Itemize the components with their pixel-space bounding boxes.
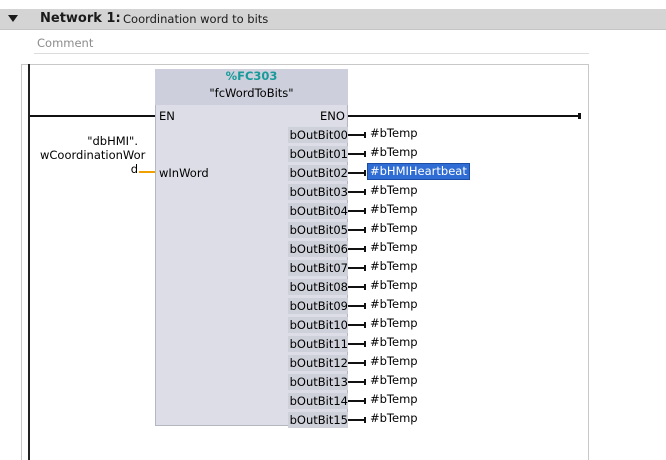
output-operand[interactable]: #bTemp bbox=[368, 335, 420, 350]
output-wire-end bbox=[364, 417, 366, 423]
output-operand[interactable]: #bTemp bbox=[368, 278, 420, 293]
collapse-triangle-icon[interactable] bbox=[8, 15, 18, 22]
output-operand[interactable]: #bTemp bbox=[368, 145, 420, 160]
output-pin-label: bOutBit14 bbox=[288, 393, 348, 409]
output-wire-end bbox=[364, 132, 366, 138]
output-operand[interactable]: #bTemp bbox=[368, 126, 420, 141]
rung-end-marker bbox=[578, 113, 581, 119]
output-operand[interactable]: #bTemp bbox=[368, 411, 420, 426]
output-pin-label: bOutBit04 bbox=[288, 203, 348, 219]
output-operand[interactable]: #bTemp bbox=[368, 373, 420, 388]
en-pin-label: EN bbox=[159, 109, 175, 123]
network-label: Network 1: bbox=[40, 11, 121, 26]
output-wire-end bbox=[364, 246, 366, 252]
input-operand-line2: wCoordinationWor bbox=[40, 148, 146, 162]
output-wire-end bbox=[364, 360, 366, 366]
network-comment-field[interactable]: Comment bbox=[34, 34, 589, 54]
rung-wire-eno bbox=[348, 115, 580, 117]
output-pin-label: bOutBit03 bbox=[288, 184, 348, 200]
output-pin-label: bOutBit05 bbox=[288, 222, 348, 238]
output-pin-label: bOutBit06 bbox=[288, 241, 348, 257]
rung-wire-en bbox=[30, 115, 155, 117]
input-operand[interactable]: "dbHMI". wCoordinationWor d bbox=[40, 134, 146, 176]
input-operand-line3: d bbox=[130, 162, 138, 176]
output-wire-end bbox=[364, 189, 366, 195]
output-pin-label: bOutBit09 bbox=[288, 298, 348, 314]
output-wire-end bbox=[364, 265, 366, 271]
output-operand[interactable]: #bTemp bbox=[368, 240, 420, 255]
output-operand[interactable]: #bTemp bbox=[368, 259, 420, 274]
output-pin-label: bOutBit10 bbox=[288, 317, 348, 333]
output-operand[interactable]: #bTemp bbox=[368, 183, 420, 198]
output-operand[interactable]: #bTemp bbox=[368, 202, 420, 217]
output-operand[interactable]: #bTemp bbox=[368, 316, 420, 331]
input-wire bbox=[139, 171, 155, 173]
output-pin-label: bOutBit00 bbox=[288, 127, 348, 143]
output-operand-selected[interactable]: #bHMIHeartbeat bbox=[367, 163, 470, 180]
output-wire-end bbox=[364, 151, 366, 157]
output-operand[interactable]: #bTemp bbox=[368, 392, 420, 407]
output-operand[interactable]: #bTemp bbox=[368, 297, 420, 312]
output-pin-label: bOutBit11 bbox=[288, 336, 348, 352]
output-wire-end bbox=[364, 398, 366, 404]
eno-pin-label: ENO bbox=[320, 109, 345, 123]
function-block-name[interactable]: "fcWordToBits" bbox=[155, 86, 348, 100]
input-operand-line1: "dbHMI". bbox=[87, 134, 138, 148]
network-title[interactable]: Coordination word to bits bbox=[123, 12, 268, 26]
output-pin-label: bOutBit02 bbox=[288, 165, 348, 181]
output-wire-end bbox=[364, 379, 366, 385]
left-power-rail bbox=[28, 64, 30, 460]
output-wire-end bbox=[364, 341, 366, 347]
output-wire-end bbox=[364, 322, 366, 328]
output-wire-end bbox=[364, 170, 366, 176]
output-operand[interactable]: #bTemp bbox=[368, 221, 420, 236]
output-pin-label: bOutBit15 bbox=[288, 412, 348, 428]
output-pin-label: bOutBit13 bbox=[288, 374, 348, 390]
function-block-instance[interactable]: %FC303 bbox=[155, 69, 348, 83]
output-wire-end bbox=[364, 303, 366, 309]
output-pin-label: bOutBit08 bbox=[288, 279, 348, 295]
output-pin-label: bOutBit01 bbox=[288, 146, 348, 162]
output-wire-end bbox=[364, 208, 366, 214]
output-pin-label: bOutBit07 bbox=[288, 260, 348, 276]
output-pin-label: bOutBit12 bbox=[288, 355, 348, 371]
output-wire-end bbox=[364, 284, 366, 290]
output-wire-end bbox=[364, 227, 366, 233]
input-pin-label: wInWord bbox=[159, 166, 209, 180]
output-operand[interactable]: #bTemp bbox=[368, 354, 420, 369]
